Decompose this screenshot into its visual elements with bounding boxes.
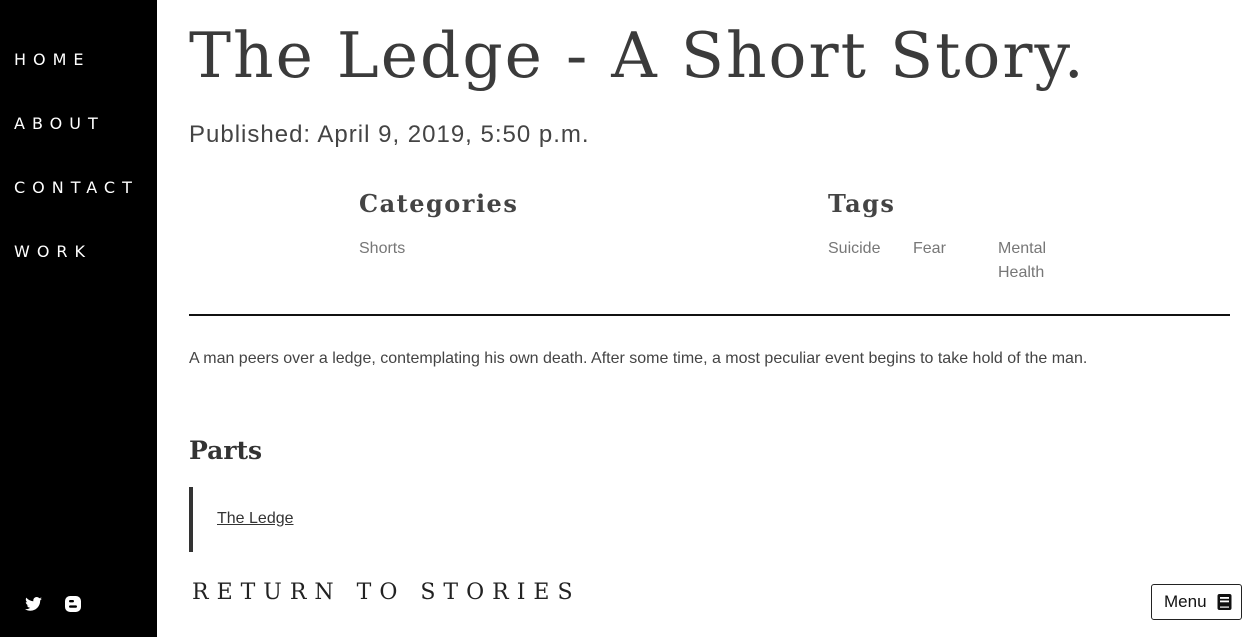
sidebar: HOME ABOUT CONTACT WORK [0, 0, 157, 637]
twitter-icon[interactable] [24, 595, 42, 613]
return-to-stories-link[interactable]: RETURN TO STORIES [192, 578, 581, 608]
menu-button[interactable]: Menu [1151, 584, 1242, 620]
parts-heading: Parts [189, 436, 263, 465]
tag-link[interactable]: Suicide [828, 237, 880, 261]
story-summary: A man peers over a ledge, contemplating … [189, 350, 1088, 367]
divider [189, 314, 1230, 316]
tag-link[interactable]: Mental Health [998, 237, 1068, 285]
nav-home-link[interactable]: HOME [14, 50, 91, 70]
nav-work-link[interactable]: WORK [14, 242, 92, 262]
categories-heading: Categories [359, 189, 519, 218]
part-link[interactable]: The Ledge [217, 508, 294, 530]
book-icon [1217, 594, 1232, 610]
nav-about-link[interactable]: ABOUT [14, 114, 105, 134]
tags-heading: Tags [828, 189, 896, 218]
page-title: The Ledge - A Short Story. [189, 19, 1086, 92]
category-link[interactable]: Shorts [359, 237, 405, 261]
nav-contact-link[interactable]: CONTACT [14, 178, 139, 198]
blogger-icon[interactable] [64, 595, 82, 613]
menu-label: Menu [1164, 592, 1207, 611]
published-date: Published: April 9, 2019, 5:50 p.m. [189, 121, 590, 148]
tag-link[interactable]: Fear [913, 237, 946, 261]
part-list-item: The Ledge [189, 487, 489, 552]
